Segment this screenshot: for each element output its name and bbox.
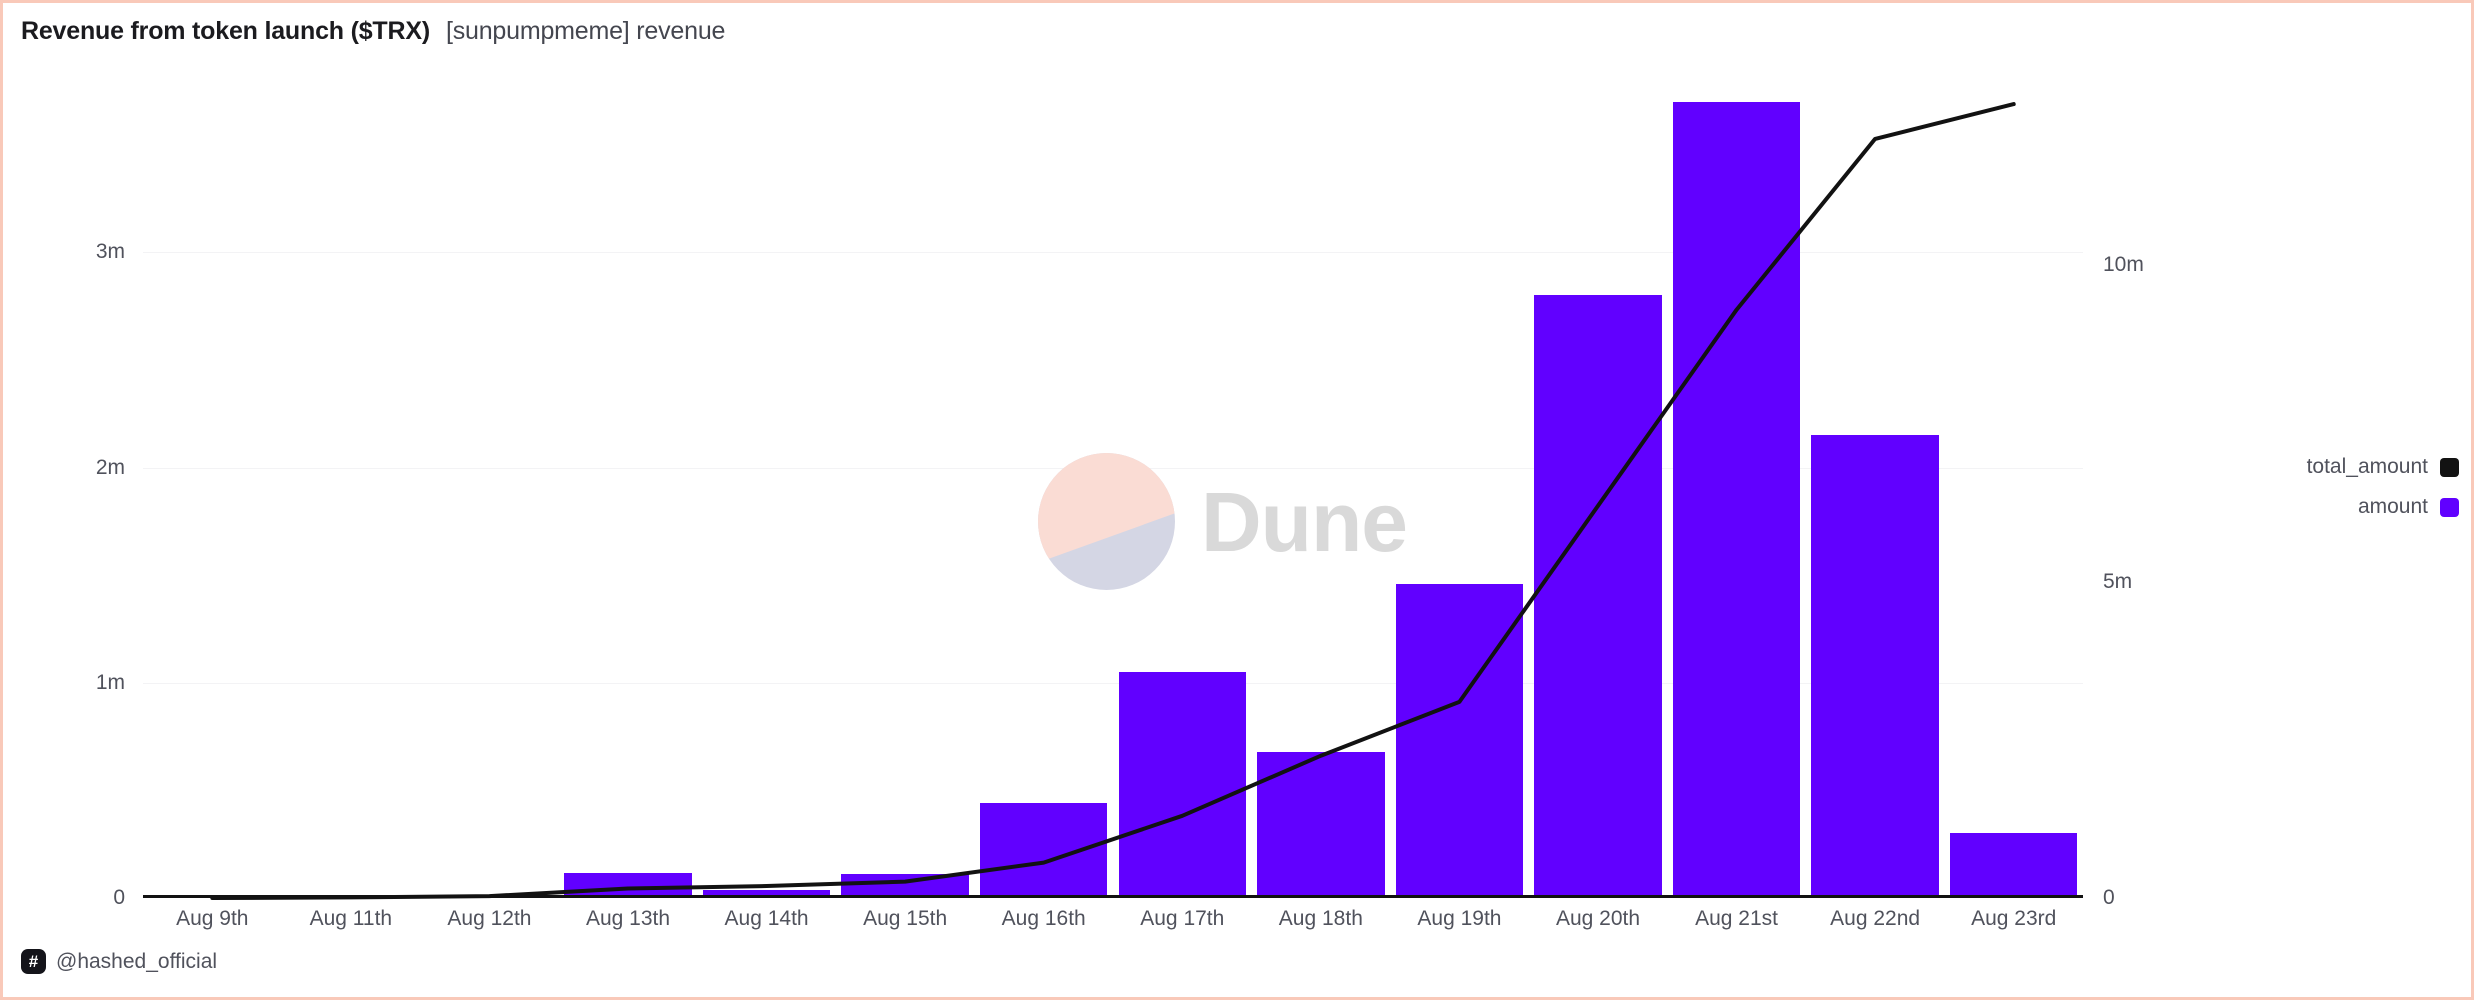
bar-aug-16th[interactable]	[979, 803, 1108, 898]
hash-icon: #	[21, 949, 46, 974]
footer-attribution: # @hashed_official	[21, 949, 217, 974]
plot-area	[143, 63, 2083, 900]
x-axis-tick: Aug 20th	[1555, 907, 1641, 930]
x-axis-tick: Aug 14th	[724, 907, 809, 930]
x-axis-tick: Aug 18th	[1278, 907, 1363, 930]
x-axis-tick: Aug 11th	[309, 907, 393, 930]
x-axis-tick: Aug 12th	[447, 907, 532, 930]
x-axis-tick: Aug 9th	[176, 907, 249, 930]
bar-aug-19th[interactable]	[1395, 583, 1524, 898]
bar-aug-22nd[interactable]	[1811, 435, 1939, 898]
y-axis-right: 0 5m 10m	[2103, 3, 2223, 997]
bar-aug-23rd[interactable]	[1949, 833, 2078, 898]
legend-item-total-amount[interactable]: total_amount	[2307, 455, 2459, 479]
chart-legend: total_amountamount	[2263, 455, 2459, 519]
y-axis-left-tick: 2m	[95, 455, 125, 479]
bar-aug-17th[interactable]	[1118, 672, 1247, 898]
x-axis-tick: Aug 22nd	[1830, 907, 1921, 930]
x-axis-tick: Aug 13th	[585, 907, 671, 930]
y-axis-left-tick: 3m	[95, 240, 125, 264]
y-axis-left-tick: 1m	[95, 670, 125, 694]
legend-item-amount[interactable]: amount	[2358, 495, 2459, 519]
bar-aug-21st[interactable]	[1672, 101, 1801, 898]
x-axis-tick: Aug 23rd	[1971, 907, 2057, 930]
bar-aug-18th[interactable]	[1257, 751, 1385, 898]
x-axis-tick: Aug 15th	[863, 907, 948, 930]
chart-card: Revenue from token launch ($TRX) [sunpum…	[0, 0, 2474, 1000]
x-axis-tick: Aug 16th	[1001, 907, 1086, 930]
legend-swatch-icon	[2440, 457, 2459, 477]
x-axis-tick: Aug 17th	[1140, 907, 1225, 930]
y-axis-left-tick: 0	[113, 886, 125, 909]
axis-baseline	[143, 895, 2083, 898]
legend-swatch-icon	[2440, 497, 2459, 517]
x-axis-tick: Aug 21st	[1695, 907, 1779, 930]
legend-item-label: amount	[2357, 495, 2428, 518]
y-axis-right-tick: 5m	[2103, 569, 2133, 593]
y-axis-right-tick: 10m	[2103, 253, 2144, 277]
bar-aug-20th[interactable]	[1534, 295, 1662, 898]
x-axis: Aug 9th Aug 11th Aug 12th Aug 13th Aug 14th A…	[143, 907, 2083, 941]
footer-handle: @hashed_official	[56, 949, 218, 973]
x-axis-tick: Aug 19th	[1417, 907, 1502, 930]
chart-subtitle: [sunpumpmeme] revenue	[445, 17, 726, 45]
y-axis-left: 0 1m 2m 3m	[13, 3, 133, 997]
y-axis-right-tick: 0	[2103, 886, 2115, 909]
legend-item-label: total_amount	[2306, 455, 2428, 478]
